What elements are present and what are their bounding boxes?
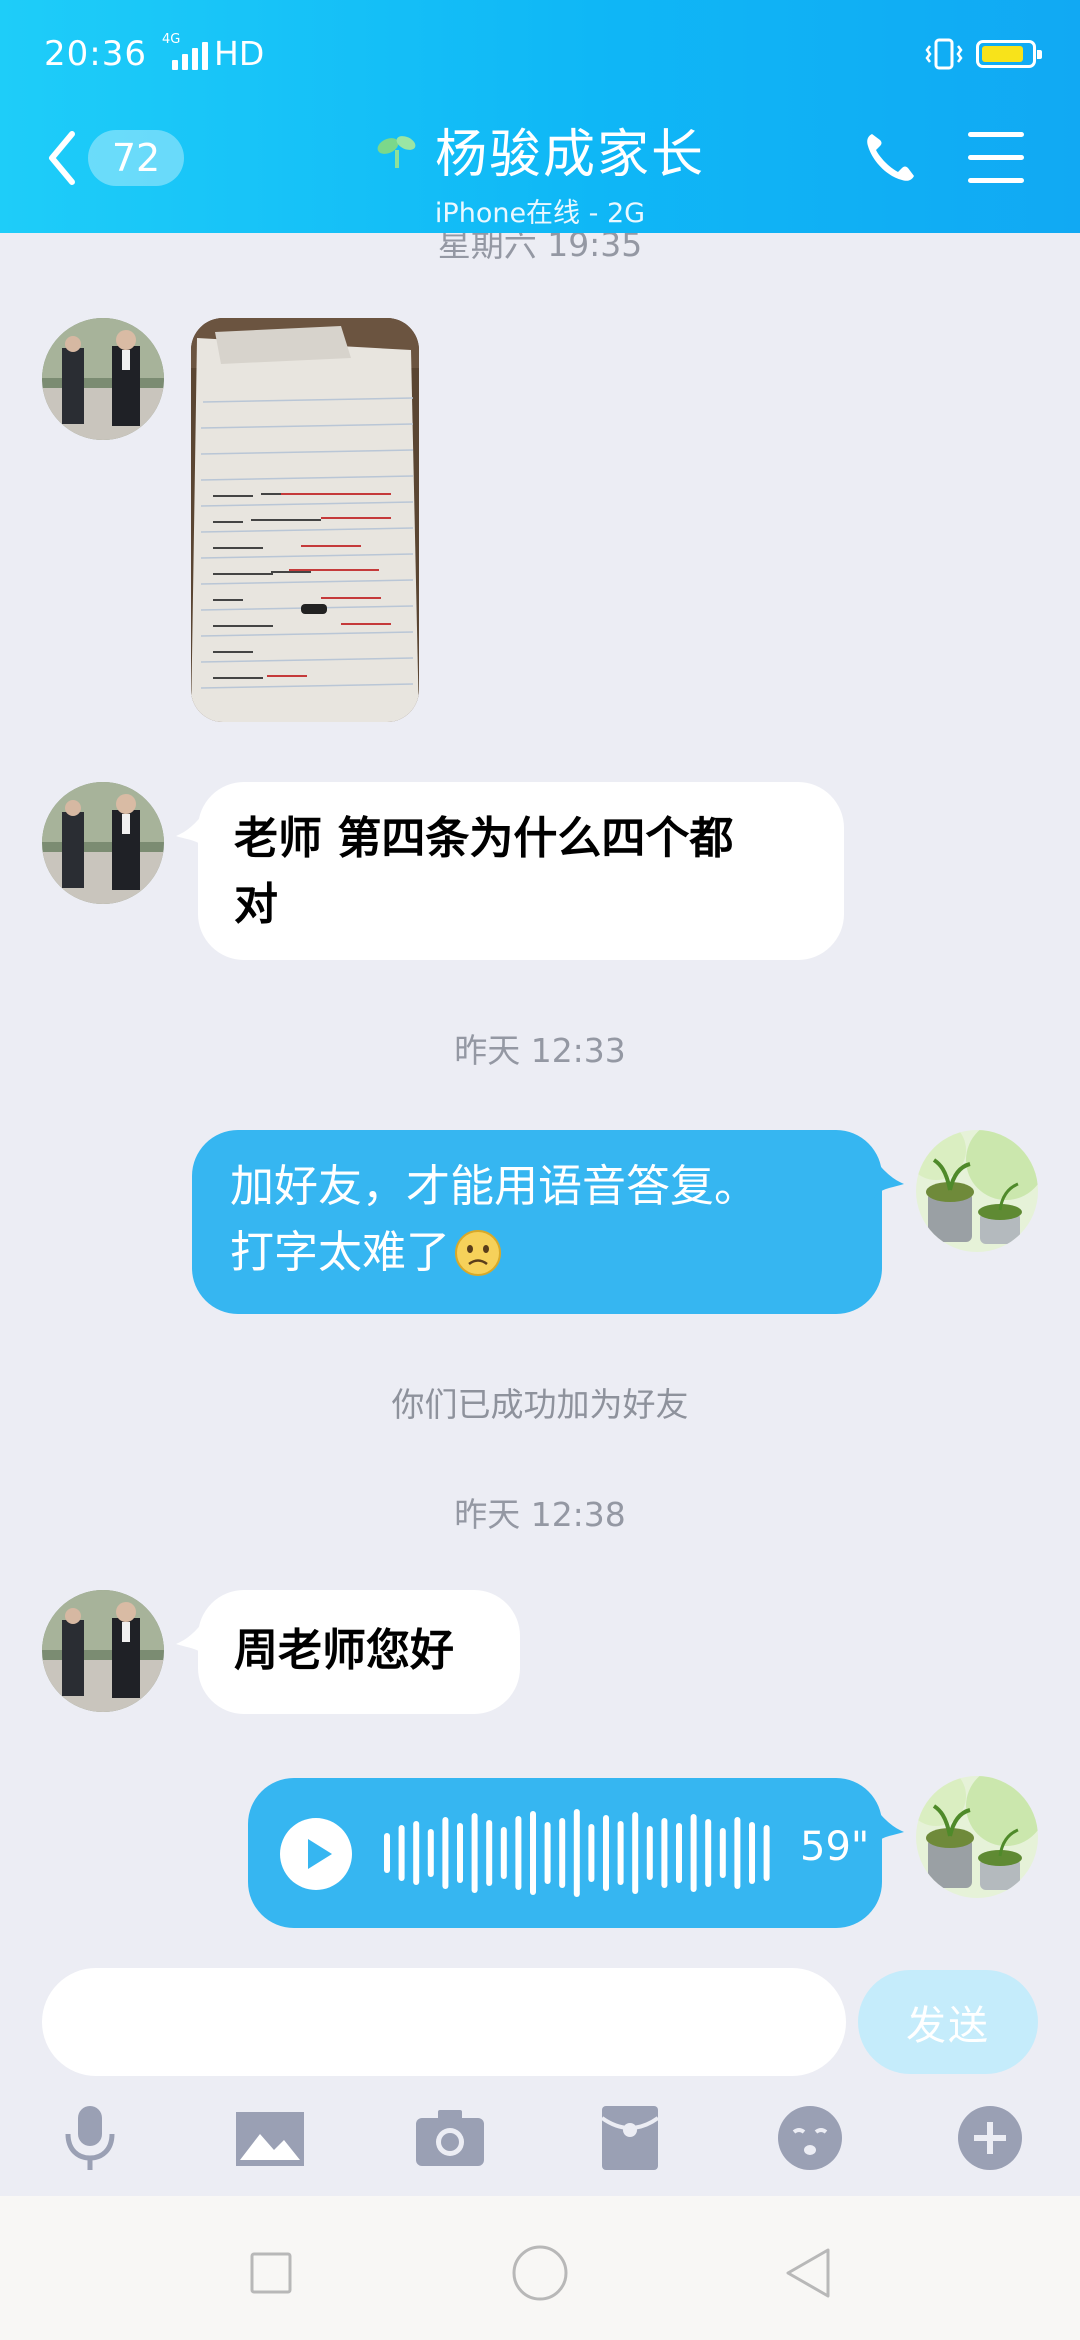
voice-message[interactable]: 59" <box>248 1778 882 1928</box>
menu-icon[interactable] <box>968 132 1024 184</box>
waveform-bar <box>705 1819 712 1887</box>
contact-avatar[interactable] <box>42 1590 164 1712</box>
chat-title-block[interactable]: 杨骏成家长 iPhone在线 - 2G <box>330 112 750 230</box>
waveform-bar <box>427 1829 434 1877</box>
waveform-bar <box>719 1828 726 1878</box>
red-packet-icon[interactable] <box>590 2098 670 2178</box>
waveform-bar <box>763 1825 770 1881</box>
waveform-bar <box>486 1820 493 1886</box>
emoji-icon[interactable] <box>770 2098 850 2178</box>
play-icon[interactable] <box>280 1818 352 1890</box>
chevron-left-icon <box>49 131 75 185</box>
battery-level <box>982 46 1023 62</box>
waveform-bar <box>384 1833 390 1873</box>
plus-icon[interactable] <box>950 2098 1030 2178</box>
image-icon[interactable] <box>230 2098 310 2178</box>
message-text: 老师 第四条为什么四个都 <box>234 813 734 864</box>
waveform-bar <box>632 1812 639 1894</box>
waveform-bar <box>617 1821 624 1885</box>
timestamp: 昨天 12:33 <box>454 1031 626 1070</box>
waveform-bar <box>734 1817 741 1889</box>
frown-emoji-icon <box>455 1230 501 1276</box>
waveform-bar <box>457 1823 463 1883</box>
waveform-bar <box>515 1816 522 1890</box>
message-text: 周老师您好 <box>234 1625 454 1676</box>
waveform-bar <box>500 1827 507 1879</box>
camera-icon[interactable] <box>410 2098 490 2178</box>
waveform-bar <box>749 1822 755 1884</box>
waveform-bar <box>442 1817 449 1889</box>
message-text: 对 <box>234 879 278 930</box>
waveform-bar <box>676 1823 682 1883</box>
chat-title: 杨骏成家长 <box>434 125 705 185</box>
vibrate-icon <box>925 38 963 70</box>
waveform-bar <box>690 1814 697 1892</box>
waveform-bar <box>646 1826 653 1880</box>
message-text: 加好友，才能用语音答复。 <box>230 1161 758 1212</box>
send-button[interactable]: 发送 <box>858 1970 1038 2074</box>
unread-count-badge: 72 <box>88 130 184 186</box>
waveform-bar <box>544 1822 551 1884</box>
bubble-tail <box>874 1158 904 1198</box>
system-navigation-bar <box>0 2196 1080 2340</box>
photo-message[interactable] <box>191 318 419 722</box>
phone-icon[interactable] <box>860 128 920 188</box>
my-avatar[interactable] <box>916 1130 1038 1252</box>
signal-icon: 4G <box>162 32 208 70</box>
bubble-tail <box>874 1806 904 1846</box>
message-bubble-outgoing[interactable]: 加好友，才能用语音答复。 打字太难了 <box>192 1130 882 1314</box>
chat-header: 20:36 4G HD 72 杨骏成家长 iPhone在线 - 2G <box>0 0 1080 233</box>
sprout-icon <box>377 135 416 168</box>
waveform-bar <box>471 1813 478 1893</box>
waveform-bar <box>413 1821 420 1885</box>
waveform-bar <box>573 1809 580 1897</box>
voice-duration: 59" <box>800 1824 870 1870</box>
hd-indicator: HD <box>214 34 265 73</box>
waveform-bar <box>530 1811 536 1895</box>
waveform-bar <box>661 1818 668 1888</box>
input-toolbar <box>0 2098 1080 2190</box>
waveform-bar <box>398 1825 405 1881</box>
microphone-icon[interactable] <box>50 2098 130 2178</box>
my-avatar[interactable] <box>916 1776 1038 1898</box>
status-time: 20:36 <box>44 34 147 74</box>
network-type: 4G <box>162 32 181 47</box>
message-bubble-incoming[interactable]: 老师 第四条为什么四个都 对 <box>198 782 844 960</box>
battery-icon <box>976 40 1042 68</box>
audio-waveform <box>384 1809 770 1897</box>
home-circle-icon[interactable] <box>505 2238 575 2308</box>
message-text: 打字太难了 <box>230 1227 450 1278</box>
back-button[interactable]: 72 <box>44 128 194 188</box>
recents-square-icon[interactable] <box>236 2238 306 2308</box>
online-status: iPhone在线 - 2G <box>434 198 646 229</box>
waveform-bar <box>603 1815 609 1891</box>
waveform-bar <box>559 1818 566 1888</box>
message-bubble-incoming[interactable]: 周老师您好 <box>198 1590 520 1714</box>
timestamp: 昨天 12:38 <box>454 1495 626 1534</box>
system-notice: 你们已成功加为好友 <box>391 1385 689 1424</box>
waveform-bar <box>588 1824 595 1882</box>
message-input[interactable] <box>42 1968 846 2076</box>
back-triangle-icon[interactable] <box>774 2238 844 2308</box>
contact-avatar[interactable] <box>42 782 164 904</box>
contact-avatar[interactable] <box>42 318 164 440</box>
